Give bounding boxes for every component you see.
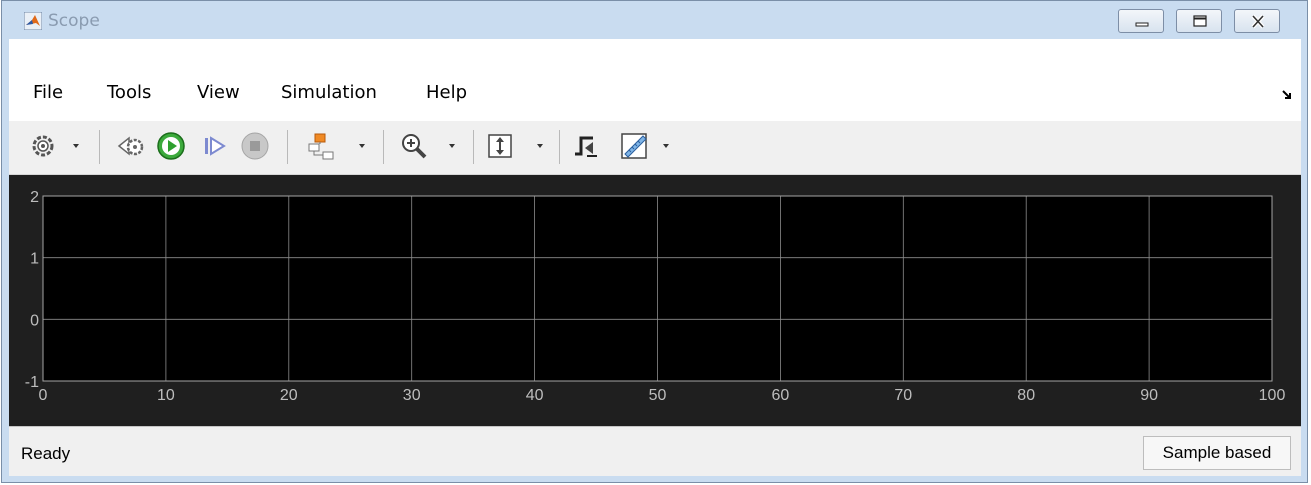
toolbar-separator (559, 130, 560, 164)
menubar-spacer (9, 39, 1301, 69)
dropdown-arrow-icon (359, 144, 365, 148)
x-tick-label: 100 (1259, 387, 1286, 404)
minimize-button[interactable] (1118, 9, 1164, 33)
stop-icon (241, 132, 269, 160)
dropdown-arrow-icon (663, 144, 669, 148)
menu-help[interactable]: Help (426, 82, 467, 103)
scope-display[interactable]: 0 10 20 30 40 50 60 70 80 90 100 2 1 0 -1 (9, 175, 1301, 426)
menu-simulation[interactable]: Simulation (281, 82, 377, 103)
x-tick-label: 50 (649, 387, 667, 404)
run-button[interactable] (155, 130, 187, 162)
maximize-button[interactable] (1176, 9, 1222, 33)
run-icon (157, 132, 185, 160)
x-tick-label: 40 (526, 387, 544, 404)
y-tick-label: -1 (25, 374, 39, 391)
menu-file[interactable]: File (33, 82, 63, 103)
x-tick-label: 10 (157, 387, 175, 404)
toolbar (9, 121, 1301, 175)
step-back-icon (117, 136, 144, 156)
stop-button[interactable] (239, 130, 271, 162)
window-title: Scope (48, 11, 100, 31)
close-icon (1251, 14, 1265, 29)
close-button[interactable] (1234, 9, 1280, 33)
toolbar-separator (383, 130, 384, 164)
zoom-in-button[interactable] (399, 130, 463, 162)
settings-icon (32, 135, 79, 157)
signal-select-icon (308, 133, 365, 160)
minimize-icon (1135, 22, 1149, 27)
x-tick-label: 90 (1140, 387, 1158, 404)
triggers-icon (575, 136, 597, 157)
title-bar[interactable]: Scope (2, 1, 1307, 39)
x-tick-label: 70 (894, 387, 912, 404)
scale-axes-icon (488, 134, 543, 158)
plot-axes[interactable]: 0 10 20 30 40 50 60 70 80 90 100210-1 (9, 175, 1301, 426)
y-tick-label: 1 (30, 251, 39, 268)
status-bar: Ready Sample based (9, 426, 1301, 476)
toolbar-separator (287, 130, 288, 164)
menu-tools[interactable]: Tools (107, 82, 151, 103)
x-tick-label: 80 (1017, 387, 1035, 404)
scale-axes-button[interactable] (485, 130, 549, 162)
zoom-in-icon (402, 134, 455, 159)
step-forward-button[interactable] (199, 130, 231, 162)
status-text: Ready (21, 444, 71, 463)
signal-select-button[interactable] (305, 130, 369, 162)
measurements-icon (621, 133, 669, 159)
x-tick-label: 0 (39, 387, 48, 404)
matlab-logo-icon (24, 12, 42, 30)
dropdown-arrow-icon (449, 144, 455, 148)
menu-view[interactable]: View (197, 82, 240, 103)
y-tick-label: 0 (30, 312, 39, 329)
maximize-icon (1193, 15, 1207, 27)
measurements-button[interactable] (619, 130, 683, 162)
step-forward-icon (205, 136, 226, 156)
sample-mode-indicator: Sample based (1143, 436, 1291, 470)
settings-button[interactable] (31, 130, 91, 162)
scope-window: Scope File Tools View Simulation Help 0 … (1, 0, 1308, 483)
toolbar-separator (473, 130, 474, 164)
dock-arrow-icon[interactable] (1281, 89, 1293, 101)
toolbar-separator (99, 130, 100, 164)
x-tick-label: 20 (280, 387, 298, 404)
triggers-button[interactable] (571, 130, 603, 162)
dropdown-arrow-icon (73, 144, 79, 148)
dropdown-arrow-icon (537, 144, 543, 148)
x-tick-label: 30 (403, 387, 421, 404)
menu-bar: File Tools View Simulation Help (9, 69, 1301, 121)
step-back-button[interactable] (115, 130, 147, 162)
y-tick-label: 2 (30, 189, 39, 206)
x-tick-label: 60 (772, 387, 790, 404)
